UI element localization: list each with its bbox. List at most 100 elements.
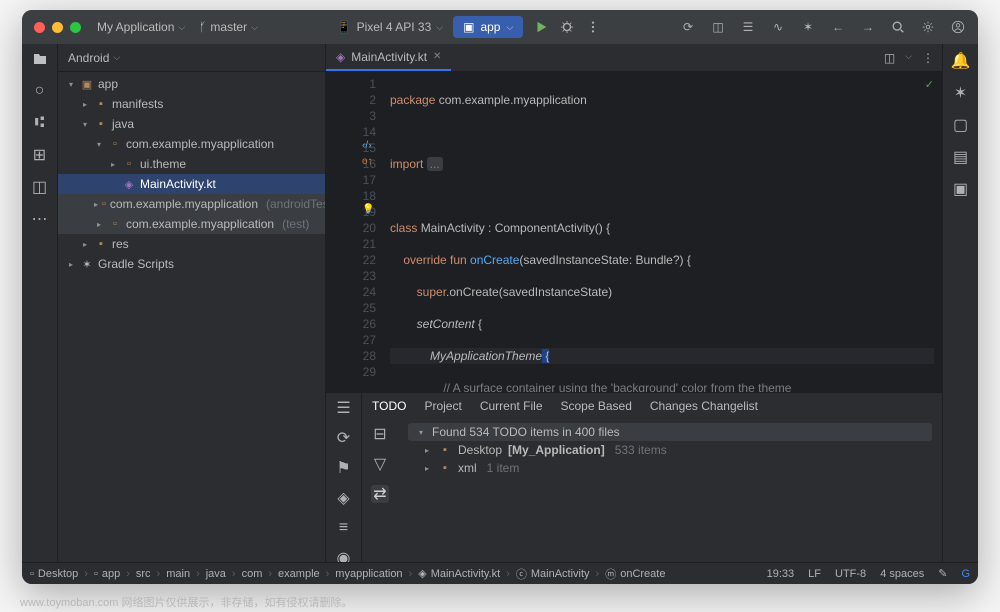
profiler-icon[interactable]: ∿: [770, 19, 786, 35]
close-icon[interactable]: [34, 22, 45, 33]
more-icon[interactable]: ⋮: [922, 51, 934, 65]
todo-summary[interactable]: ▾Found 534 TODO items in 400 files: [408, 423, 932, 441]
crumb[interactable]: java: [206, 568, 226, 580]
more-button[interactable]: [585, 19, 601, 35]
folder-icon: ▪: [94, 98, 108, 110]
override-gutter-icon[interactable]: o↑: [362, 156, 373, 167]
left-tool-rail: ○ ⑆ ⊞ ◫ ⋯: [22, 44, 58, 562]
code-editor[interactable]: ✓ 12314151617181920212223242526272829 ‹/…: [326, 72, 942, 392]
folder-icon: ▪: [94, 118, 108, 130]
crumb[interactable]: ⓜ onCreate: [605, 566, 665, 582]
tab-todo[interactable]: TODO: [372, 399, 406, 413]
chevron-down-icon[interactable]: ⌵: [905, 51, 912, 65]
class-gutter-icon[interactable]: ‹/›: [362, 140, 371, 151]
indent-status[interactable]: 4 spaces: [880, 568, 924, 580]
inspection-ok-icon[interactable]: ✓: [925, 78, 934, 91]
structure-tool-icon[interactable]: ⊞: [31, 146, 49, 164]
forward-icon[interactable]: →: [860, 19, 876, 35]
tree-row-package-test2[interactable]: ▸▫com.example.myapplication(test): [58, 214, 325, 234]
resource-manager-icon[interactable]: ✶: [800, 19, 816, 35]
device-manager-icon[interactable]: ▢: [952, 116, 970, 134]
crumb[interactable]: src: [136, 568, 151, 580]
device-manager-icon[interactable]: ◫: [710, 19, 726, 35]
tree-row-package-test[interactable]: ▸▫com.example.myapplication(androidTest): [58, 194, 325, 214]
todo-list-icon[interactable]: ☰: [335, 399, 353, 417]
diamond-icon[interactable]: ◈: [335, 489, 353, 507]
google-icon[interactable]: G: [961, 568, 970, 580]
intention-bulb-icon[interactable]: 💡: [362, 204, 374, 215]
tab-mainactivity[interactable]: ◈MainActivity.kt✕: [326, 44, 451, 71]
tree-row-java[interactable]: ▾▪java: [58, 114, 325, 134]
main-body: ○ ⑆ ⊞ ◫ ⋯ Android⌵ ▾▣app ▸▪manifests ▾▪j…: [22, 44, 978, 562]
close-icon[interactable]: ✕: [433, 51, 441, 62]
split-icon[interactable]: ◫: [884, 51, 895, 65]
back-icon[interactable]: ←: [830, 19, 846, 35]
tree-row-theme[interactable]: ▸▫ui.theme: [58, 154, 325, 174]
gradle-icon[interactable]: ✶: [952, 84, 970, 102]
tree-row-app[interactable]: ▾▣app: [58, 74, 325, 94]
right-tool-rail: 🔔 ✶ ▢ ▤ ▣: [942, 44, 978, 562]
crumb[interactable]: main: [166, 568, 190, 580]
sidebar-header[interactable]: Android⌵: [58, 44, 325, 72]
todo-row-desktop[interactable]: ▸▪Desktop [My_Application] 533 items: [408, 441, 932, 459]
tree-row-res[interactable]: ▸▪res: [58, 234, 325, 254]
build-variants-icon[interactable]: ◫: [31, 178, 49, 196]
todo-left-rail: ☰ ⟳ ⚑ ◈ ≡ ◉ ⚙: [326, 393, 362, 584]
device-selector[interactable]: 📱Pixel 4 API 33⌵: [337, 20, 444, 34]
vcs-branch[interactable]: ᚶmaster⌵: [199, 20, 258, 34]
refresh-icon[interactable]: ⟳: [335, 429, 353, 447]
tree-row-package[interactable]: ▾▫com.example.myapplication: [58, 134, 325, 154]
autoscroll-icon[interactable]: ⇄: [371, 485, 389, 503]
tree-row-mainactivity[interactable]: ◈MainActivity.kt: [58, 174, 325, 194]
branch-icon: ᚶ: [199, 20, 206, 34]
tab-scope[interactable]: Scope Based: [561, 399, 632, 413]
running-devices-icon[interactable]: ▤: [952, 148, 970, 166]
window-controls: [34, 22, 81, 33]
line-separator[interactable]: LF: [808, 568, 821, 580]
tab-project[interactable]: Project: [424, 399, 461, 413]
folder-icon: ▪: [438, 444, 452, 456]
filter-icon[interactable]: ▽: [371, 455, 389, 473]
package-icon: ▫: [108, 218, 122, 230]
commit-tool-icon[interactable]: ○: [31, 82, 49, 100]
flag-icon[interactable]: ⚑: [335, 459, 353, 477]
crumb[interactable]: ▫ Desktop: [30, 568, 78, 580]
expand-icon[interactable]: ⊟: [371, 425, 389, 443]
file-encoding[interactable]: UTF-8: [835, 568, 866, 580]
notifications-icon[interactable]: 🔔: [952, 52, 970, 70]
debug-button[interactable]: [559, 19, 575, 35]
tree-row-manifests[interactable]: ▸▪manifests: [58, 94, 325, 114]
crumb[interactable]: com: [242, 568, 263, 580]
ide-window: My Application⌵ ᚶmaster⌵ 📱Pixel 4 API 33…: [22, 10, 978, 584]
tab-changes[interactable]: Changes Changelist: [650, 399, 758, 413]
project-selector[interactable]: My Application⌵: [97, 20, 185, 34]
readonly-icon[interactable]: ✎: [938, 567, 947, 580]
sync-icon[interactable]: ⟳: [680, 19, 696, 35]
crumb[interactable]: ◈ MainActivity.kt: [418, 567, 500, 580]
search-icon[interactable]: [890, 19, 906, 35]
run-button[interactable]: [533, 19, 549, 35]
crumb[interactable]: ▫ app: [94, 568, 120, 580]
pull-requests-icon[interactable]: ⑆: [31, 114, 49, 132]
run-config-selector[interactable]: ▣app⌵: [453, 16, 523, 38]
maximize-icon[interactable]: [70, 22, 81, 33]
project-tool-icon[interactable]: [31, 50, 49, 68]
emulator-icon[interactable]: ▣: [952, 180, 970, 198]
todo-tabs: TODO Project Current File Scope Based Ch…: [362, 393, 942, 419]
tree-row-gradle[interactable]: ▸✶Gradle Scripts: [58, 254, 325, 274]
titlebar: My Application⌵ ᚶmaster⌵ 📱Pixel 4 API 33…: [22, 10, 978, 44]
account-icon[interactable]: [950, 19, 966, 35]
layers-icon[interactable]: ≡: [335, 519, 353, 537]
app-inspection-icon[interactable]: ☰: [740, 19, 756, 35]
cursor-position[interactable]: 19:33: [767, 568, 795, 580]
phone-icon: 📱: [337, 20, 352, 34]
tab-current-file[interactable]: Current File: [480, 399, 543, 413]
crumb[interactable]: example: [278, 568, 320, 580]
settings-icon[interactable]: [920, 19, 936, 35]
crumb[interactable]: myapplication: [335, 568, 402, 580]
todo-panel: ☰ ⟳ ⚑ ◈ ≡ ◉ ⚙ TODO Project Current File: [326, 392, 942, 562]
crumb[interactable]: ⓒ MainActivity: [516, 566, 590, 582]
todo-row-xml[interactable]: ▸▪xml 1 item: [408, 459, 932, 477]
more-tools-icon[interactable]: ⋯: [31, 210, 49, 228]
minimize-icon[interactable]: [52, 22, 63, 33]
